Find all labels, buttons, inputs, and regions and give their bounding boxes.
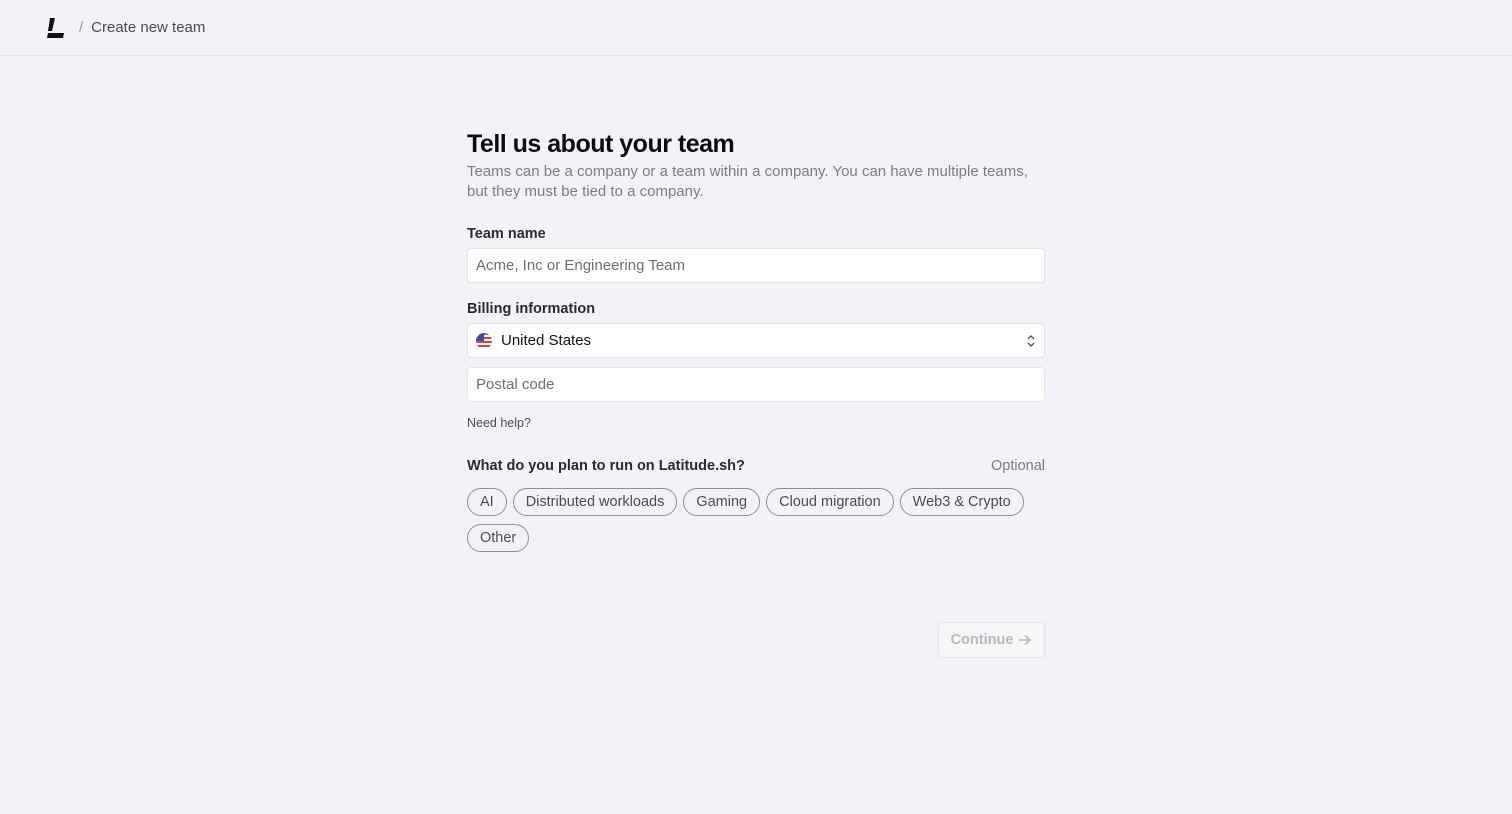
optional-label: Optional: [990, 458, 1045, 474]
option-gaming-chip[interactable]: Gaming: [683, 488, 761, 516]
billing-label: Billing information: [467, 301, 596, 317]
top-bar: / Create new team: [0, 0, 1512, 56]
postal-code-placeholder: Postal code: [476, 376, 555, 393]
option-other-chip[interactable]: Other: [467, 524, 530, 552]
team-name-placeholder: Acme, Inc or Engineering Team: [476, 257, 685, 274]
team-name-input[interactable]: Acme, Inc or Engineering Team: [467, 248, 1045, 283]
need-help-link[interactable]: Need help?: [467, 416, 1045, 430]
breadcrumb-separator: /: [79, 19, 84, 36]
breadcrumb: Create new team: [91, 19, 206, 36]
plan-options: AI Distributed workloads Gaming Cloud mi…: [467, 488, 1045, 552]
country-value: United States: [501, 332, 592, 349]
option-web3-crypto-chip[interactable]: Web3 & Crypto: [899, 488, 1024, 516]
option-ai-chip[interactable]: AI: [467, 488, 507, 516]
continue-button[interactable]: Continue: [938, 622, 1045, 658]
us-flag-icon: [476, 332, 492, 349]
team-name-label: Team name: [467, 226, 546, 242]
option-cloud-migration-chip[interactable]: Cloud migration: [766, 488, 894, 516]
chevron-up-down-icon: [1027, 334, 1035, 347]
arrow-right-icon: [1019, 634, 1032, 646]
continue-label: Continue: [950, 632, 1014, 648]
create-team-form: Tell us about your team Teams can be a c…: [467, 128, 1045, 552]
postal-code-input[interactable]: Postal code: [467, 367, 1045, 402]
latitude-logo-icon[interactable]: [47, 17, 65, 38]
plan-question: What do you plan to run on Latitude.sh?: [467, 458, 745, 474]
option-distributed-workloads-chip[interactable]: Distributed workloads: [512, 488, 678, 516]
country-select[interactable]: United States: [467, 323, 1045, 358]
plan-header: What do you plan to run on Latitude.sh? …: [467, 458, 1045, 474]
page-title: Tell us about your team: [467, 130, 735, 158]
page-subtitle: Teams can be a company or a team within …: [467, 163, 1028, 200]
